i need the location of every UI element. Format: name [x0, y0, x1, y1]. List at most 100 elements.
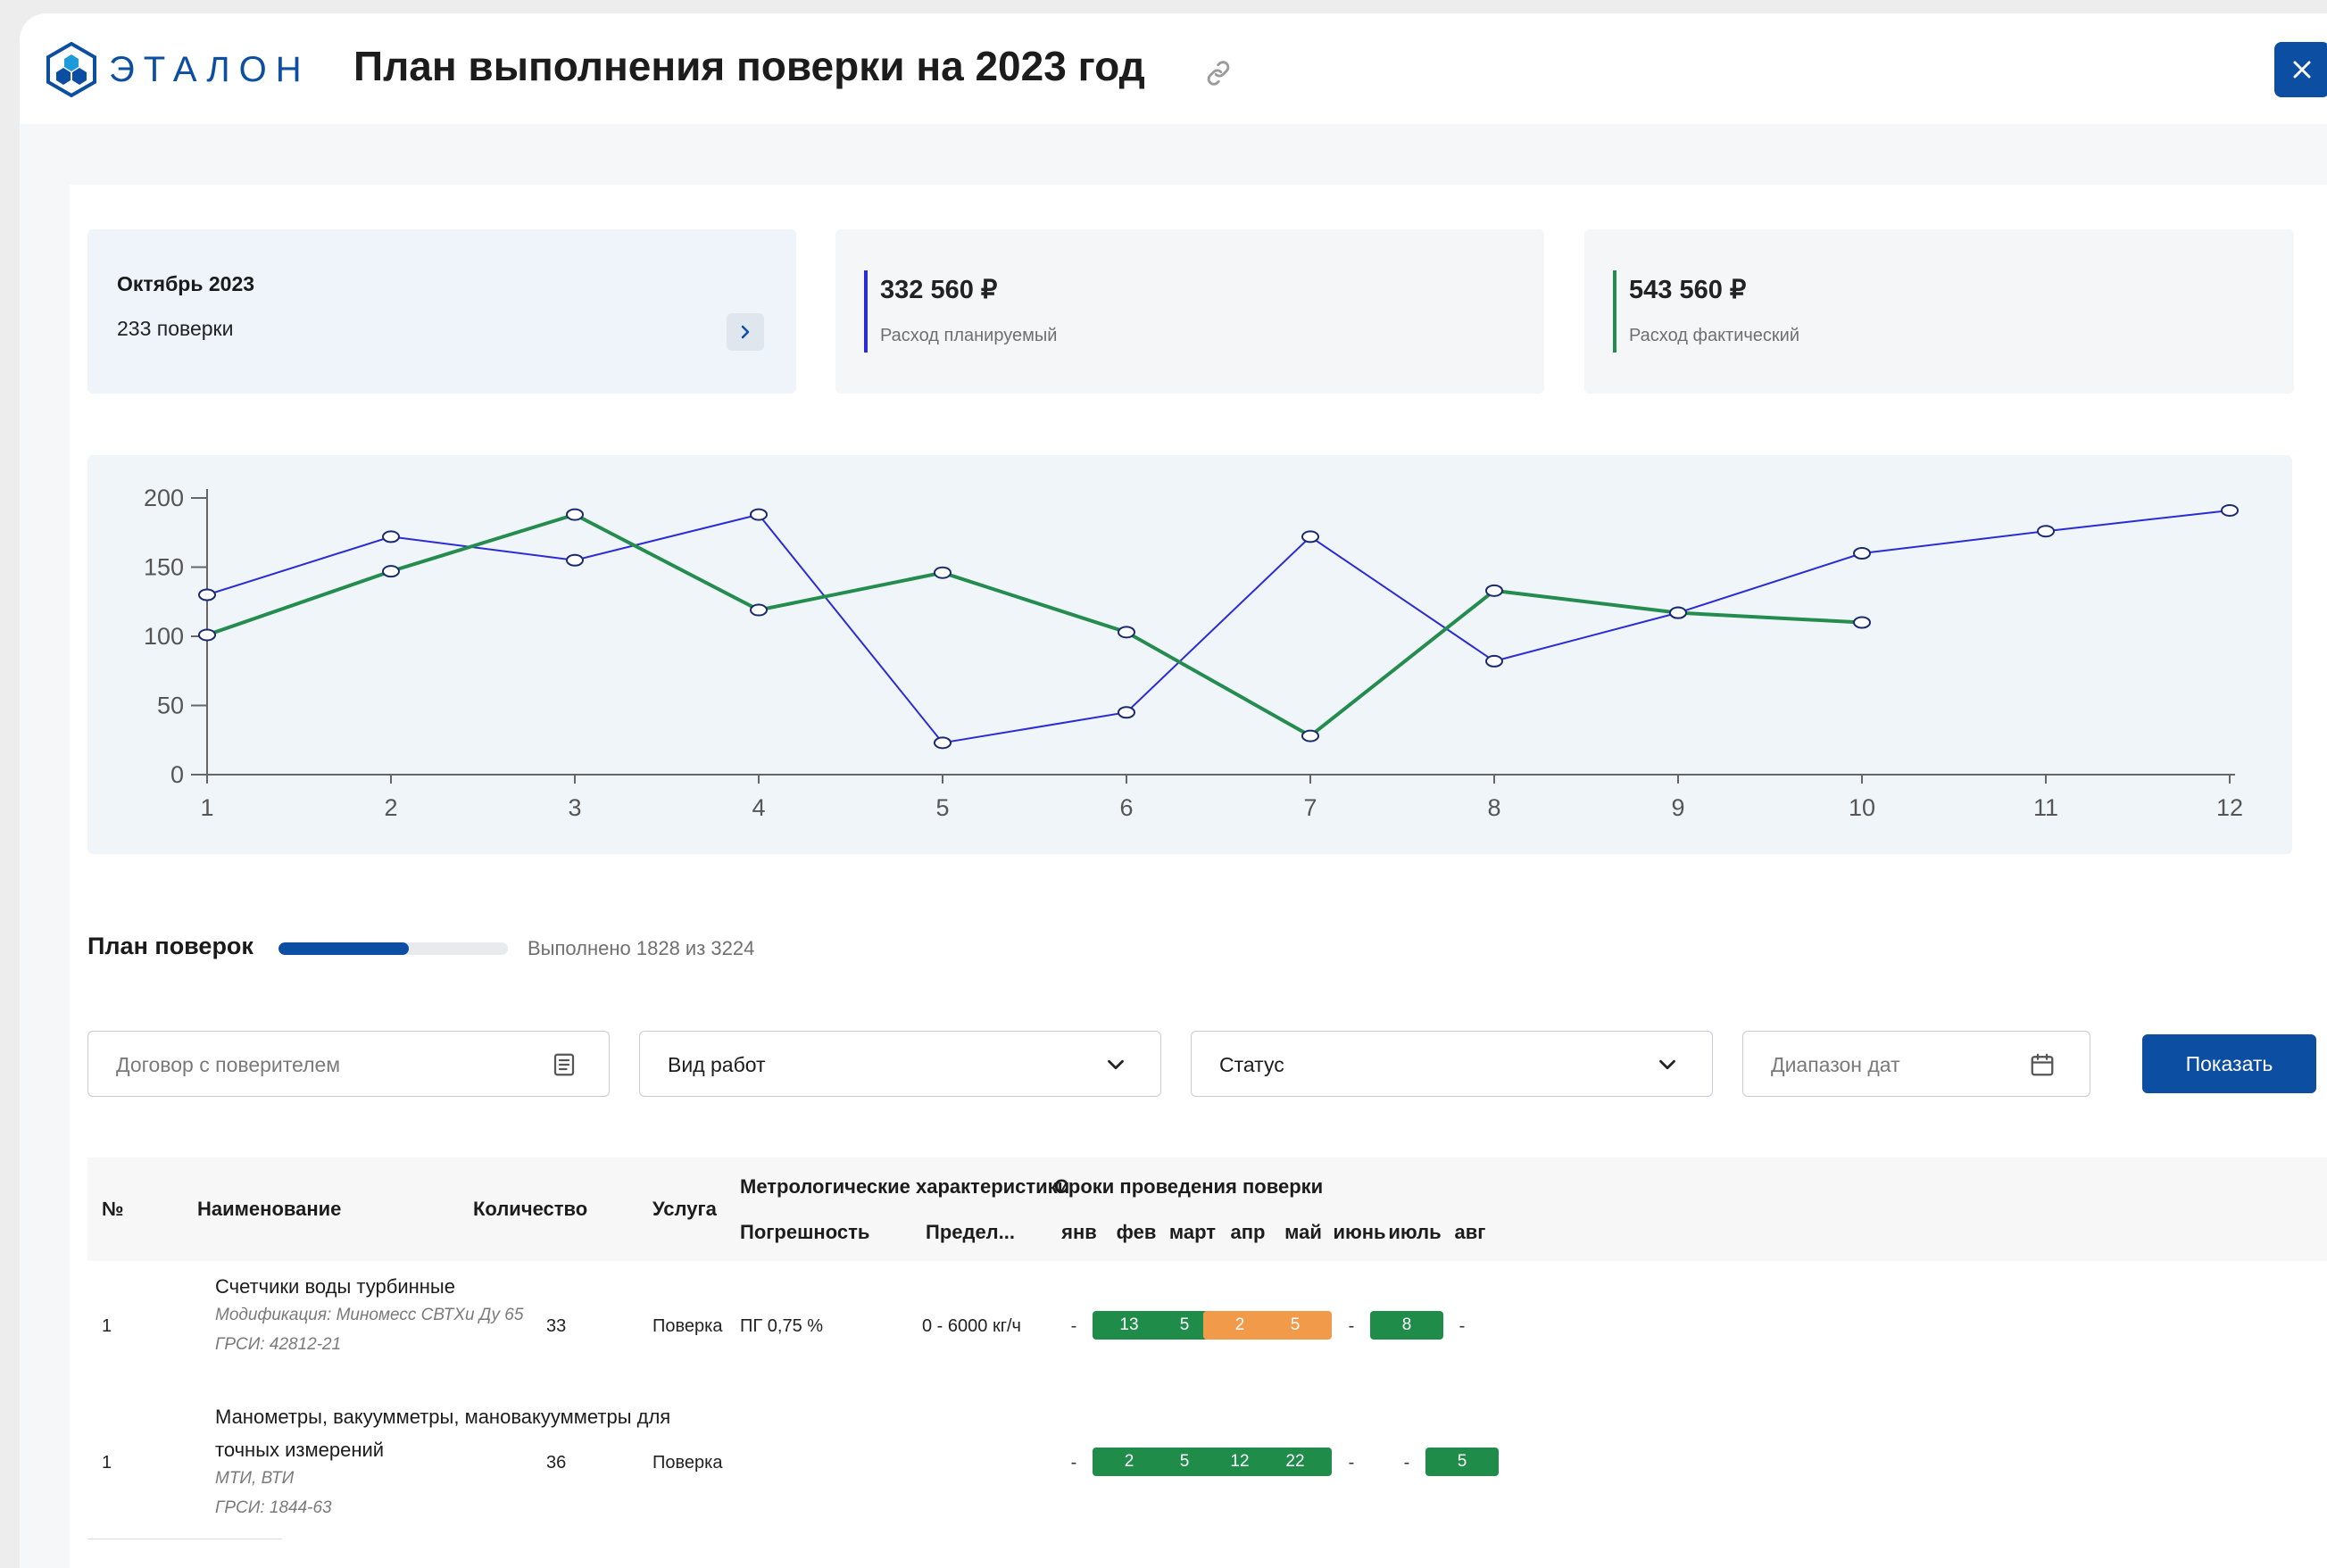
month-badge[interactable]: 22 — [1259, 1448, 1332, 1476]
row-service: Поверка — [652, 1316, 723, 1336]
status-select[interactable]: Статус — [1191, 1031, 1713, 1097]
planned-amount: 332 560 ₽ — [880, 276, 998, 304]
expense-chart: 0 50 100 150 200 1 2 3 4 5 6 7 8 9 10 11 12 — [87, 455, 2292, 854]
x-tick-label: 11 — [2033, 794, 2058, 821]
row-num: 1 — [102, 1453, 112, 1473]
data-point — [198, 588, 216, 601]
data-point — [1485, 584, 1503, 597]
row-num: 1 — [102, 1316, 112, 1336]
plan-title: План поверок — [87, 933, 253, 959]
month-cell: - — [1070, 1453, 1077, 1473]
chevron-down-icon — [1108, 1059, 1124, 1070]
close-icon — [2293, 61, 2311, 79]
period-card: Октябрь 2023 233 поверки — [87, 229, 796, 394]
calendar-icon — [2031, 1053, 2054, 1076]
month-cell: - — [1070, 1316, 1077, 1336]
plan-progress-bar — [278, 942, 508, 955]
month-cell: - — [1403, 1453, 1410, 1473]
col-error: Погрешность — [740, 1221, 870, 1243]
col-metro: Метрологические характеристики — [740, 1175, 1070, 1198]
logo-text: ЭТАЛОН — [109, 49, 311, 89]
data-point — [566, 508, 584, 521]
data-point — [750, 603, 768, 617]
col-month: июнь — [1333, 1221, 1386, 1243]
date-range-placeholder: Диапазон дат — [1771, 1053, 1900, 1076]
col-month: авг — [1454, 1221, 1486, 1243]
data-point — [382, 530, 400, 543]
row-name: Счетчики воды турбинные — [215, 1275, 455, 1298]
x-tick-label: 1 — [200, 794, 213, 821]
col-month: фев — [1116, 1221, 1157, 1243]
document-icon — [553, 1053, 575, 1076]
month-badge[interactable]: 8 — [1370, 1311, 1443, 1340]
show-button[interactable]: Показать — [2142, 1034, 2316, 1093]
series-line — [206, 512, 1863, 739]
data-point — [382, 565, 400, 578]
row-modification: МТИ, ВТИ — [215, 1469, 295, 1488]
data-point — [1301, 530, 1319, 543]
x-tick-label: 4 — [752, 794, 765, 821]
main-content: Октябрь 2023 233 поверки 332 560 ₽ Расхо… — [70, 185, 2327, 1568]
app-window: ЭТАЛОН План выполнения поверки на 2023 г… — [20, 13, 2327, 1568]
month-badge[interactable]: 5 — [1259, 1311, 1332, 1340]
chevron-right-icon — [741, 325, 750, 339]
date-range-field[interactable]: Диапазон дат — [1742, 1031, 2090, 1097]
row-error: ПГ 0,75 % — [740, 1316, 824, 1336]
x-tick-label: 5 — [935, 794, 949, 821]
data-point — [1118, 706, 1135, 719]
x-tick-label: 10 — [1849, 794, 1875, 821]
data-point — [1853, 547, 1871, 560]
month-cell: - — [1348, 1316, 1355, 1336]
month-badge[interactable]: 5 — [1425, 1448, 1499, 1476]
col-terms: Сроки проведения поверки — [1054, 1175, 1324, 1198]
chevron-down-icon — [1659, 1059, 1675, 1070]
row-name-line1: Манометры, вакуумметры, мановакуумметры … — [215, 1406, 671, 1428]
row-grsi: ГРСИ: 42812-21 — [215, 1335, 342, 1354]
x-tick-label: 7 — [1303, 794, 1317, 821]
col-limit: Предел... — [926, 1221, 1015, 1243]
logo-icon — [46, 42, 96, 97]
planned-expense-card: 332 560 ₽ Расход планируемый — [835, 229, 1544, 394]
row-limit: 0 - 6000 кг/ч — [922, 1316, 1021, 1336]
row-grsi: ГРСИ: 1844-63 — [215, 1498, 332, 1517]
x-tick-label: 12 — [2216, 794, 2243, 821]
data-point — [1853, 616, 1871, 629]
planned-label: Расход планируемый — [880, 326, 1058, 345]
contract-placeholder: Договор с поверителем — [116, 1053, 341, 1076]
line-chart: 0501001502001 2 3 4 5 6 7 8 9 10 11 12 — [144, 485, 2243, 821]
x-tick-label: 2 — [384, 794, 397, 821]
table-row[interactable]: 1 Счетчики воды турбинные Модификация: М… — [87, 1270, 2327, 1382]
work-type-select[interactable]: Вид работ — [639, 1031, 1161, 1097]
close-button[interactable] — [2274, 42, 2327, 97]
series-line — [206, 509, 2231, 744]
table-row[interactable]: 1 Манометры, вакуумметры, мановакуумметр… — [87, 1400, 2327, 1534]
col-service: Услуга — [652, 1198, 717, 1220]
row-name-line2: точных измерений — [215, 1439, 385, 1461]
link-icon[interactable] — [1203, 58, 1234, 88]
y-tick-label: 100 — [144, 623, 184, 650]
data-point — [1118, 626, 1135, 639]
data-point — [934, 566, 952, 579]
col-month: апр — [1230, 1221, 1266, 1243]
y-tick-label: 200 — [144, 485, 184, 511]
col-qty: Количество — [473, 1198, 588, 1220]
logo[interactable]: ЭТАЛОН — [46, 42, 311, 97]
data-point — [1669, 606, 1687, 619]
header: ЭТАЛОН План выполнения поверки на 2023 г… — [20, 13, 2327, 124]
data-point — [2037, 525, 2055, 538]
row-service: Поверка — [652, 1453, 723, 1473]
x-tick-label: 6 — [1119, 794, 1133, 821]
data-point — [566, 553, 584, 567]
period-count: 233 поверки — [117, 317, 234, 340]
y-tick-label: 150 — [144, 554, 184, 581]
next-period-button[interactable] — [727, 313, 764, 351]
status-value: Статус — [1219, 1053, 1284, 1076]
plan-progress-text: Выполнено 1828 из 3224 — [528, 937, 755, 959]
period-title: Октябрь 2023 — [117, 272, 255, 295]
y-tick-label: 0 — [170, 761, 184, 788]
row-modification: Модификация: Миномесс СВТХи Ду 65 — [215, 1306, 524, 1324]
contract-field[interactable]: Договор с поверителем — [87, 1031, 610, 1097]
page-title: План выполнения поверки на 2023 год — [353, 43, 1145, 89]
data-point — [934, 736, 952, 750]
actual-amount: 543 560 ₽ — [1629, 276, 1747, 304]
